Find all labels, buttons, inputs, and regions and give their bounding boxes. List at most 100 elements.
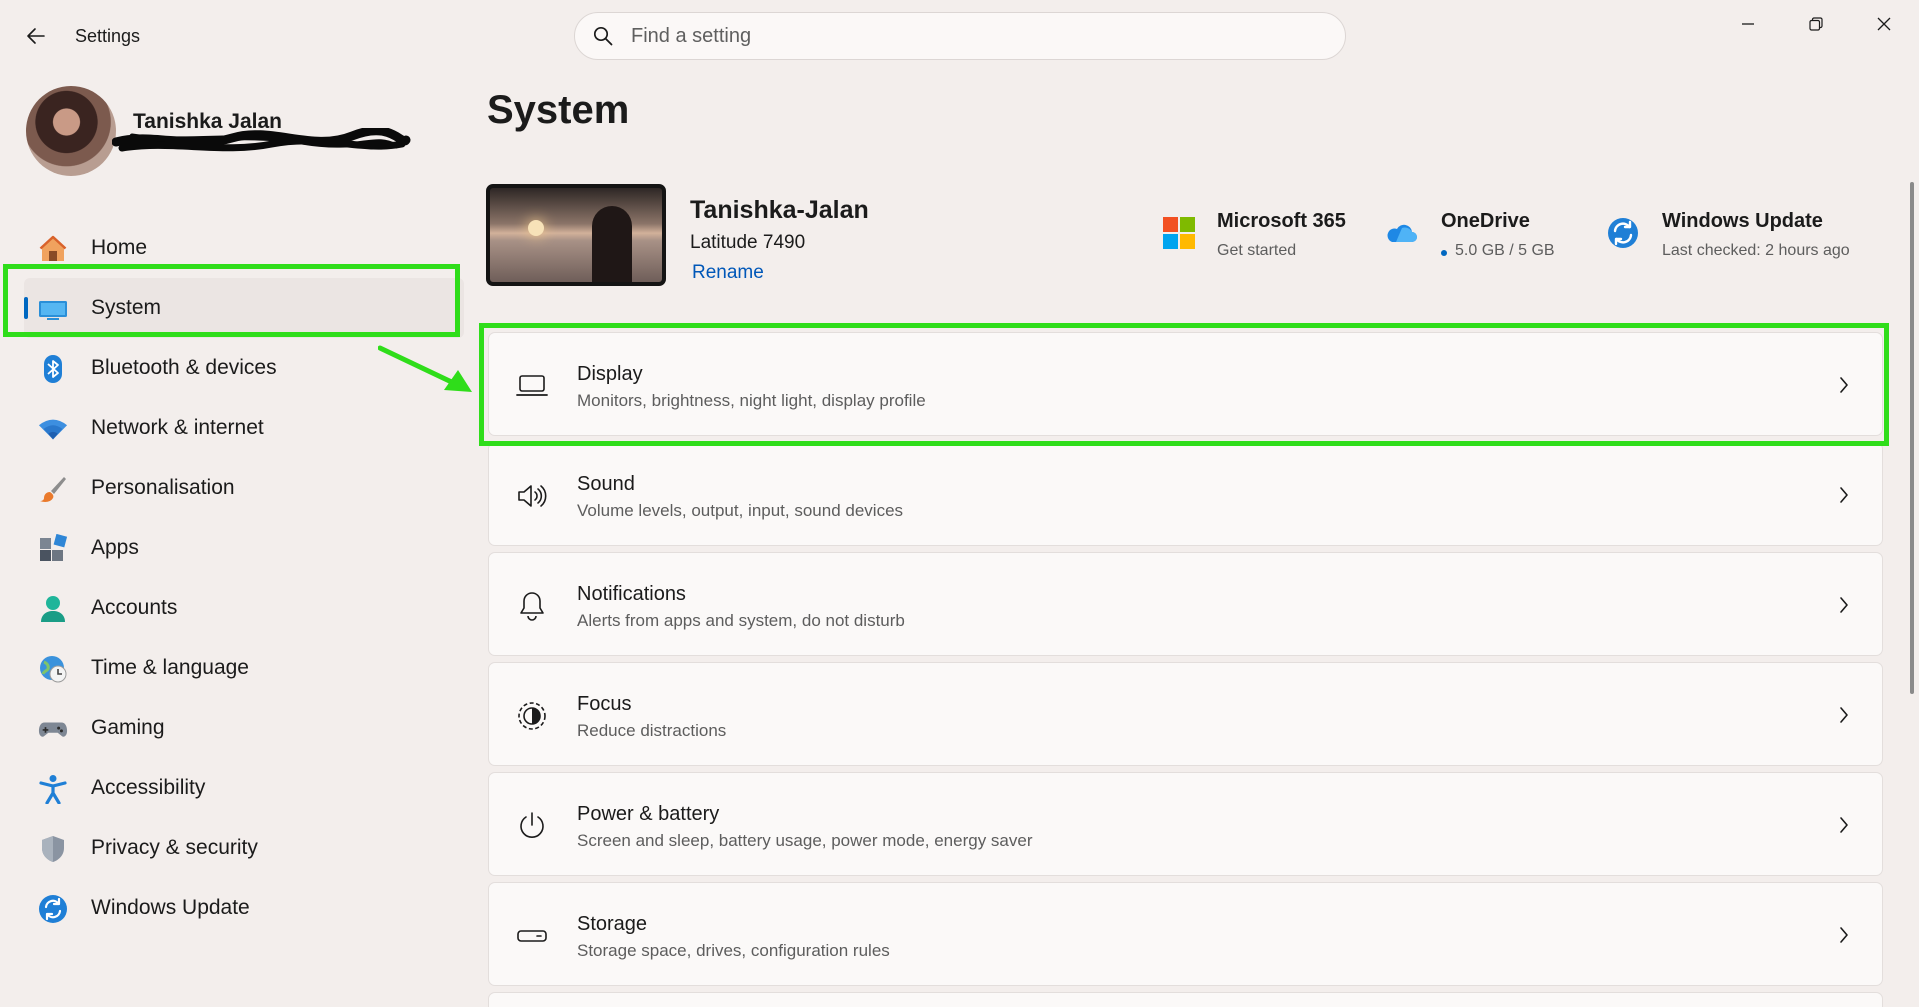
sidebar-item-time-language[interactable]: Time & language	[24, 638, 464, 698]
quick-link-title: OneDrive	[1441, 210, 1530, 232]
drive-icon	[515, 919, 549, 953]
avatar	[26, 86, 116, 176]
quick-link-title: Windows Update	[1662, 210, 1823, 232]
user-profile[interactable]: Tanishka Jalan	[26, 86, 456, 182]
sidebar-item-label: Personalisation	[91, 476, 235, 499]
card-subtitle: Reduce distractions	[577, 721, 727, 740]
device-model: Latitude 7490	[690, 232, 806, 253]
quick-link-microsoft-365[interactable]: Microsoft 365 Get started	[1162, 206, 1382, 276]
card-subtitle: Monitors, brightness, night light, displ…	[577, 391, 926, 410]
quick-link-subtitle: Get started	[1217, 242, 1297, 259]
sidebar-item-label: Home	[91, 236, 148, 259]
status-dot	[1441, 250, 1447, 256]
sidebar-item-accessibility[interactable]: Accessibility	[24, 758, 464, 818]
settings-card-partial[interactable]	[488, 992, 1883, 1007]
sidebar-item-windows-update[interactable]: Windows Update	[24, 878, 464, 938]
update-icon	[1608, 218, 1638, 248]
back-arrow-icon	[27, 28, 45, 44]
chevron-right-icon	[1834, 373, 1854, 397]
sidebar-item-label: Bluetooth & devices	[91, 356, 277, 379]
search-input[interactable]	[631, 24, 1311, 48]
accounts-icon	[38, 594, 68, 624]
minimize-button[interactable]	[1720, 6, 1776, 42]
card-title: Power & battery	[577, 803, 720, 825]
settings-card-display[interactable]: Display Monitors, brightness, night ligh…	[488, 332, 1883, 436]
card-subtitle: Volume levels, output, input, sound devi…	[577, 501, 904, 520]
laptop-icon	[515, 369, 549, 403]
chevron-right-icon	[1834, 483, 1854, 507]
bell-icon	[515, 589, 549, 623]
sidebar-item-accounts[interactable]: Accounts	[24, 578, 464, 638]
sidebar-item-privacy[interactable]: Privacy & security	[24, 818, 464, 878]
card-title: Notifications	[577, 583, 686, 605]
rename-link[interactable]: Rename	[692, 262, 764, 284]
chevron-right-icon	[1834, 923, 1854, 947]
settings-card-notifications[interactable]: Notifications Alerts from apps and syste…	[488, 552, 1883, 656]
settings-card-focus[interactable]: Focus Reduce distractions	[488, 662, 1883, 766]
card-title: Sound	[577, 473, 635, 495]
sidebar-item-label: Privacy & security	[91, 836, 258, 859]
card-title: Display	[577, 363, 643, 385]
focus-icon	[515, 699, 549, 733]
app-title: Settings	[75, 26, 141, 46]
search-box[interactable]	[574, 12, 1346, 60]
annotation-arrow	[378, 345, 472, 392]
home-icon	[38, 234, 68, 264]
sidebar-item-label: Gaming	[91, 716, 165, 739]
card-title: Focus	[577, 693, 632, 715]
quick-link-subtitle: 5.0 GB / 5 GB	[1455, 242, 1555, 259]
microsoft-logo-icon	[1163, 217, 1195, 249]
chevron-right-icon	[1834, 813, 1854, 837]
power-icon	[515, 809, 549, 843]
sidebar-item-label: Apps	[91, 536, 139, 559]
sidebar-item-personalisation[interactable]: Personalisation	[24, 458, 464, 518]
close-icon	[1877, 17, 1891, 31]
speaker-icon	[515, 479, 549, 513]
page-title: System	[487, 88, 630, 132]
shield-icon	[38, 834, 68, 864]
settings-list: Display Monitors, brightness, night ligh…	[488, 332, 1883, 1007]
restore-icon	[1809, 17, 1823, 31]
search-icon	[593, 26, 613, 46]
sidebar-item-label: Time & language	[91, 656, 249, 679]
card-subtitle: Screen and sleep, battery usage, power m…	[577, 831, 1033, 850]
quick-link-onedrive[interactable]: OneDrive 5.0 GB / 5 GB	[1384, 206, 1584, 276]
settings-card-storage[interactable]: Storage Storage space, drives, configura…	[488, 882, 1883, 986]
sidebar-item-label: Windows Update	[91, 896, 250, 919]
redacted-email-scribble	[112, 128, 411, 152]
settings-card-sound[interactable]: Sound Volume levels, output, input, soun…	[488, 442, 1883, 546]
scrollbar-thumb[interactable]	[1910, 182, 1914, 694]
chevron-right-icon	[1834, 593, 1854, 617]
bluetooth-icon	[38, 354, 68, 384]
close-button[interactable]	[1856, 6, 1912, 42]
wifi-icon	[38, 414, 68, 444]
globe-clock-icon	[38, 654, 68, 684]
update-icon	[38, 894, 68, 924]
quick-link-title: Microsoft 365	[1217, 210, 1346, 232]
device-wallpaper-thumbnail[interactable]	[486, 184, 666, 286]
settings-card-power-battery[interactable]: Power & battery Screen and sleep, batter…	[488, 772, 1883, 876]
card-subtitle: Alerts from apps and system, do not dist…	[577, 611, 905, 630]
quick-link-subtitle: Last checked: 2 hours ago	[1662, 242, 1850, 259]
chevron-right-icon	[1834, 703, 1854, 727]
device-name: Tanishka-Jalan	[690, 196, 869, 224]
gamepad-icon	[38, 714, 68, 744]
apps-icon	[38, 534, 68, 564]
brush-icon	[38, 474, 68, 504]
minimize-icon	[1742, 23, 1754, 25]
system-highlight-box	[3, 264, 460, 337]
sidebar-item-apps[interactable]: Apps	[24, 518, 464, 578]
quick-link-windows-update[interactable]: Windows Update Last checked: 2 hours ago	[1606, 206, 1886, 276]
card-subtitle: Storage space, drives, configuration rul…	[577, 941, 890, 960]
card-title: Storage	[577, 913, 648, 935]
sidebar-item-label: Accessibility	[91, 776, 206, 799]
restore-button[interactable]	[1788, 6, 1844, 42]
accessibility-icon	[38, 774, 68, 804]
sidebar-item-label: Network & internet	[91, 416, 264, 439]
sidebar-item-gaming[interactable]: Gaming	[24, 698, 464, 758]
sidebar-item-label: Accounts	[91, 596, 178, 619]
back-button[interactable]	[18, 18, 54, 54]
title-bar: Settings	[0, 0, 1919, 74]
sidebar-item-network[interactable]: Network & internet	[24, 398, 464, 458]
onedrive-cloud-icon	[1387, 224, 1417, 242]
